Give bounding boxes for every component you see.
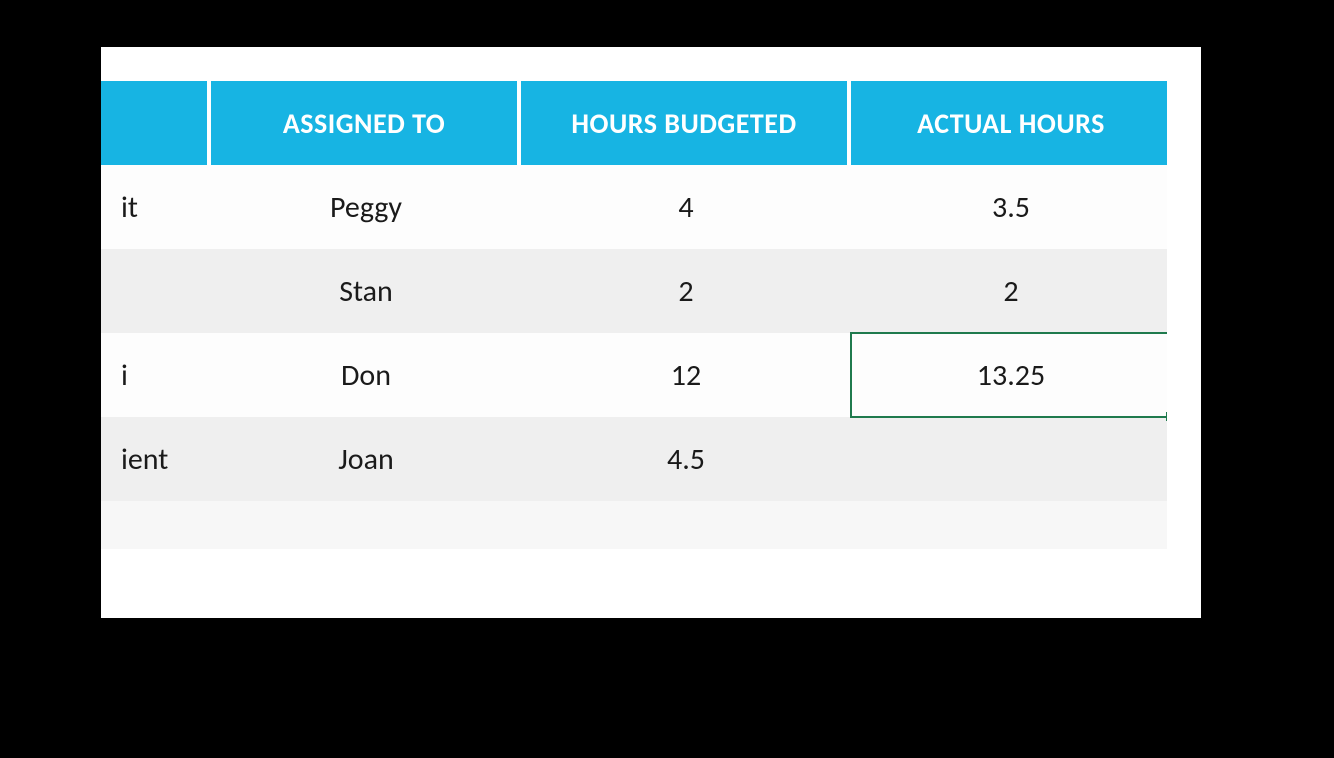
- cell-actual[interactable]: 2: [851, 249, 1167, 333]
- cell-empty[interactable]: [211, 501, 521, 549]
- spreadsheet-view: PE ASSIGNED TO HOURS BUDGETED ACTUAL HOU…: [101, 81, 1167, 584]
- cell-assigned[interactable]: Joan: [211, 417, 521, 501]
- cell-assigned[interactable]: Stan: [211, 249, 521, 333]
- cell-empty[interactable]: [101, 501, 211, 549]
- cell-actual[interactable]: 13.25: [851, 333, 1167, 417]
- table-row-empty: [101, 501, 1167, 549]
- cell-assigned[interactable]: Peggy: [211, 165, 521, 249]
- cell-budgeted[interactable]: 2: [521, 249, 851, 333]
- table-row: it Peggy 4 3.5: [101, 165, 1167, 249]
- cell-type[interactable]: i: [101, 333, 211, 417]
- cell-empty[interactable]: [521, 501, 851, 549]
- cell-budgeted[interactable]: 4: [521, 165, 851, 249]
- col-header-assigned[interactable]: ASSIGNED TO: [211, 81, 521, 165]
- col-header-budgeted[interactable]: HOURS BUDGETED: [521, 81, 851, 165]
- cell-type[interactable]: it: [101, 165, 211, 249]
- cell-actual[interactable]: [851, 417, 1167, 501]
- col-header-actual[interactable]: ACTUAL HOURS: [851, 81, 1167, 165]
- table-row: ient Joan 4.5: [101, 417, 1167, 501]
- table-row: Stan 2 2: [101, 249, 1167, 333]
- cell-budgeted[interactable]: 4.5: [521, 417, 851, 501]
- hours-table[interactable]: PE ASSIGNED TO HOURS BUDGETED ACTUAL HOU…: [101, 81, 1167, 549]
- cell-type[interactable]: [101, 249, 211, 333]
- cell-actual[interactable]: 3.5: [851, 165, 1167, 249]
- cell-type[interactable]: ient: [101, 417, 211, 501]
- col-header-type[interactable]: PE: [101, 81, 211, 165]
- table-row: i Don 12 13.25: [101, 333, 1167, 417]
- cell-budgeted[interactable]: 12: [521, 333, 851, 417]
- cell-empty[interactable]: [851, 501, 1167, 549]
- cell-assigned[interactable]: Don: [211, 333, 521, 417]
- table-header-row: PE ASSIGNED TO HOURS BUDGETED ACTUAL HOU…: [101, 81, 1167, 165]
- spreadsheet-card: PE ASSIGNED TO HOURS BUDGETED ACTUAL HOU…: [101, 47, 1201, 618]
